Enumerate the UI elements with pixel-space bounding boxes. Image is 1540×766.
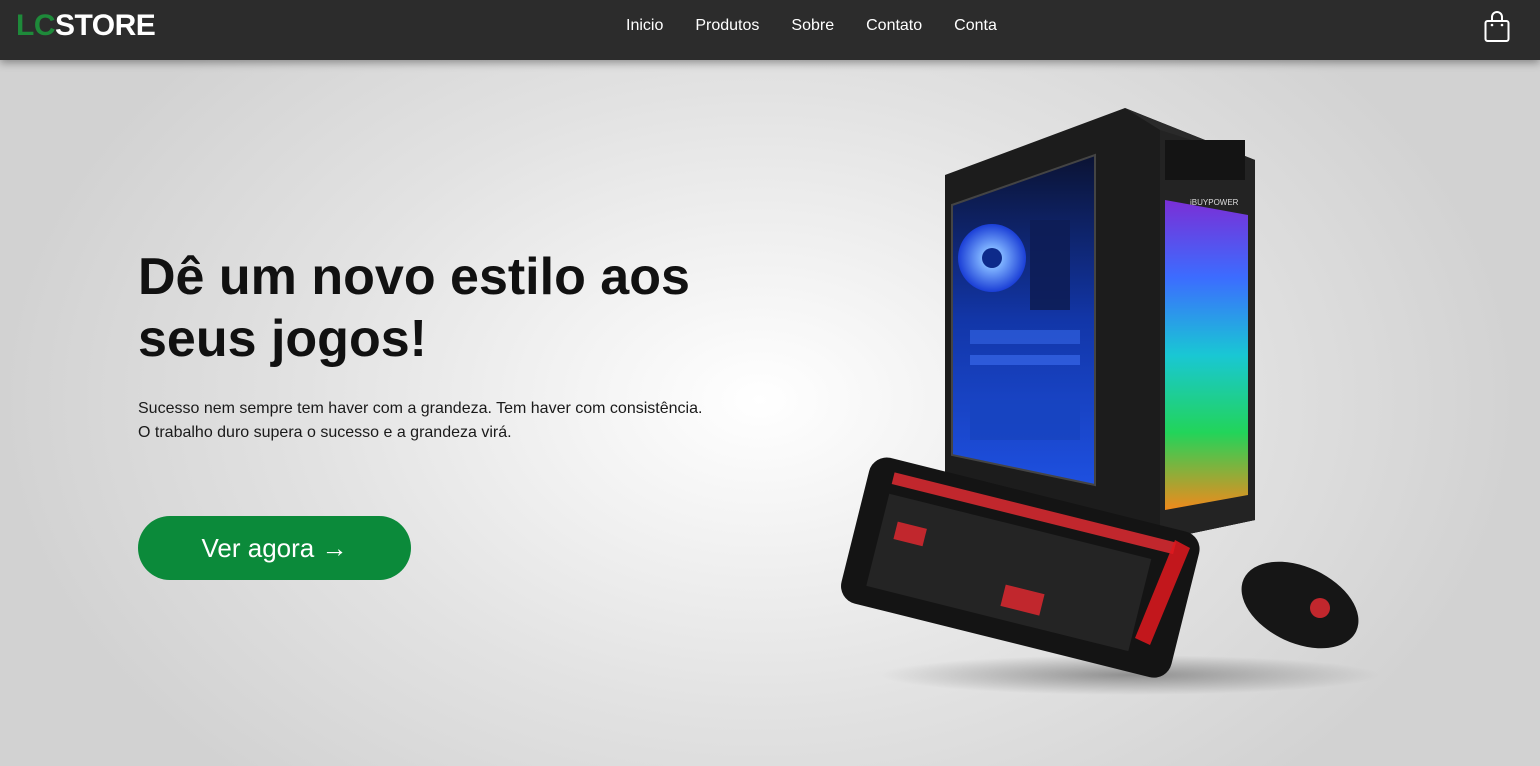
nav-item-conta[interactable]: Conta xyxy=(938,17,1013,35)
logo[interactable]: LCSTORE xyxy=(16,9,156,43)
hero-title: Dê um novo estilo aos seus jogos! xyxy=(138,248,690,368)
nav-item-contato[interactable]: Contato xyxy=(850,17,938,35)
logo-store: STORE xyxy=(55,9,156,42)
main-nav: Inicio Produtos Sobre Contato Conta xyxy=(610,0,1013,52)
top-navigation-bar: LCSTORE Inicio Produtos Sobre Contato Co… xyxy=(0,0,1540,60)
nav-item-sobre[interactable]: Sobre xyxy=(775,17,850,35)
ver-agora-button[interactable]: Ver agora → xyxy=(138,516,411,580)
gaming-pc-keyboard-mouse-image: iBUYPOWER xyxy=(830,100,1390,700)
logo-lc: LC xyxy=(16,9,56,42)
nav-item-inicio[interactable]: Inicio xyxy=(610,17,679,35)
nav-item-produtos[interactable]: Produtos xyxy=(679,17,775,35)
svg-text:iBUYPOWER: iBUYPOWER xyxy=(1190,198,1239,207)
shopping-bag-icon[interactable] xyxy=(1484,11,1510,43)
hero-description: Sucesso nem sempre tem haver com a grand… xyxy=(138,400,703,441)
